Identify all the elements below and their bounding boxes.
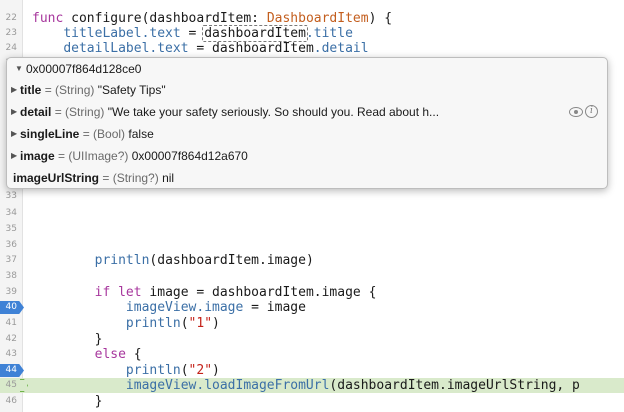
- variable-type: = (String?): [102, 171, 159, 185]
- code-text: imageView.image = image: [125, 300, 306, 315]
- code-text: }: [94, 332, 103, 347]
- row-actions: i: [569, 105, 601, 119]
- code-line-42[interactable]: 42 }: [0, 332, 624, 347]
- line-number: 45: [5, 380, 17, 390]
- line-number: 38: [5, 271, 17, 281]
- variable-name: image: [20, 149, 55, 163]
- variable-row-detail[interactable]: ▶ detail = (String) "We take your safety…: [7, 101, 607, 123]
- program-counter-icon: [20, 379, 28, 392]
- code-text: func configure(dashboardItem: DashboardI…: [32, 11, 393, 26]
- line-number: 34: [5, 208, 17, 218]
- variable-value: 0x00007f864d12a670: [131, 149, 248, 163]
- code-line-40[interactable]: 40 imageView.image = image: [0, 300, 624, 315]
- code-text: titleLabel.text = dashboardItem.title: [63, 25, 353, 42]
- code-text: imageView.loadImageFromUrl(dashboardItem…: [125, 378, 580, 393]
- disclosure-triangle-icon[interactable]: ▶: [11, 79, 17, 101]
- line-number: 42: [5, 334, 17, 344]
- object-address: 0x00007f864d128ce0: [26, 62, 142, 76]
- variable-type: = (UIImage?): [58, 149, 129, 163]
- line-number: 36: [5, 240, 17, 250]
- code-text: println("2"): [125, 363, 220, 378]
- line-number: 35: [5, 224, 17, 234]
- hovered-variable[interactable]: dashboardItem: [202, 25, 308, 42]
- code-text: detailLabel.text = dashboardItem.detail: [63, 41, 369, 56]
- code-text: }: [94, 394, 103, 409]
- variable-value: "Safety Tips": [97, 83, 166, 97]
- code-line-37[interactable]: 37 println(dashboardItem.image): [0, 253, 624, 268]
- line-number: 23: [5, 28, 17, 38]
- code-text: println(dashboardItem.image): [94, 253, 314, 268]
- variable-row-singleline[interactable]: ▶ singleLine = (Bool) false: [7, 123, 607, 145]
- code-line-39[interactable]: 39 if let image = dashboardItem.image {: [0, 285, 624, 300]
- variable-name: detail: [20, 105, 52, 119]
- code-line-41[interactable]: 41 println("1"): [0, 316, 624, 331]
- disclosure-triangle-icon[interactable]: ▶: [11, 145, 17, 167]
- line-number: 40: [5, 302, 17, 312]
- debugger-variable-popover[interactable]: ▼ 0x00007f864d128ce0 ▶ title = (String) …: [6, 57, 608, 189]
- variable-name: title: [20, 83, 42, 97]
- line-number: 39: [5, 287, 17, 297]
- line-number: 46: [5, 396, 17, 406]
- code-line-33[interactable]: 33: [0, 189, 624, 204]
- code-line-44[interactable]: 44 println("2"): [0, 363, 624, 378]
- variable-name: imageUrlString: [13, 171, 100, 185]
- variable-row-image[interactable]: ▶ image = (UIImage?) 0x00007f864d12a670: [7, 145, 607, 167]
- variable-name: singleLine: [20, 127, 80, 141]
- disclosure-triangle-icon[interactable]: ▶: [11, 123, 17, 145]
- line-number: 44: [5, 365, 17, 375]
- line-number: 22: [5, 13, 17, 23]
- popover-header[interactable]: ▼ 0x00007f864d128ce0: [7, 58, 607, 80]
- code-line-36[interactable]: 36: [0, 238, 624, 253]
- variable-type: = (String): [44, 83, 95, 97]
- variable-row-imageurlstring[interactable]: imageUrlString = (String?) nil: [7, 167, 607, 189]
- disclosure-triangle-expanded-icon[interactable]: ▼: [15, 58, 23, 80]
- variable-value: "We take your safety seriously. So shoul…: [107, 105, 440, 119]
- variable-type: = (String): [54, 105, 105, 119]
- code-text: println("1"): [125, 316, 220, 331]
- info-icon[interactable]: i: [585, 105, 598, 118]
- variable-value: false: [128, 127, 154, 141]
- code-line-24[interactable]: 24 detailLabel.text = dashboardItem.deta…: [0, 41, 624, 56]
- code-line-43[interactable]: 43 else {: [0, 347, 624, 362]
- line-number: 41: [5, 318, 17, 328]
- code-line-34[interactable]: 34: [0, 206, 624, 221]
- code-line-46[interactable]: 46 }: [0, 394, 624, 409]
- code-line-35[interactable]: 35: [0, 222, 624, 237]
- code-text: if let image = dashboardItem.image {: [94, 285, 377, 300]
- variable-value: nil: [162, 171, 175, 185]
- variable-row-title[interactable]: ▶ title = (String) "Safety Tips": [7, 79, 607, 101]
- code-line-22[interactable]: 22 func configure(dashboardItem: Dashboa…: [0, 11, 624, 26]
- disclosure-triangle-icon[interactable]: ▶: [11, 101, 17, 123]
- quick-look-icon[interactable]: [569, 107, 583, 117]
- code-line-23[interactable]: 23 titleLabel.text = dashboardItem.title: [0, 25, 624, 42]
- line-number: 24: [5, 43, 17, 53]
- line-number: 33: [5, 191, 17, 201]
- code-line-45[interactable]: 45 imageView.loadImageFromUrl(dashboardI…: [0, 378, 624, 393]
- line-number: 37: [5, 255, 17, 265]
- code-line-38[interactable]: 38: [0, 269, 624, 284]
- variable-type: = (Bool): [82, 127, 126, 141]
- code-text: else {: [94, 347, 142, 362]
- line-number: 43: [5, 349, 17, 359]
